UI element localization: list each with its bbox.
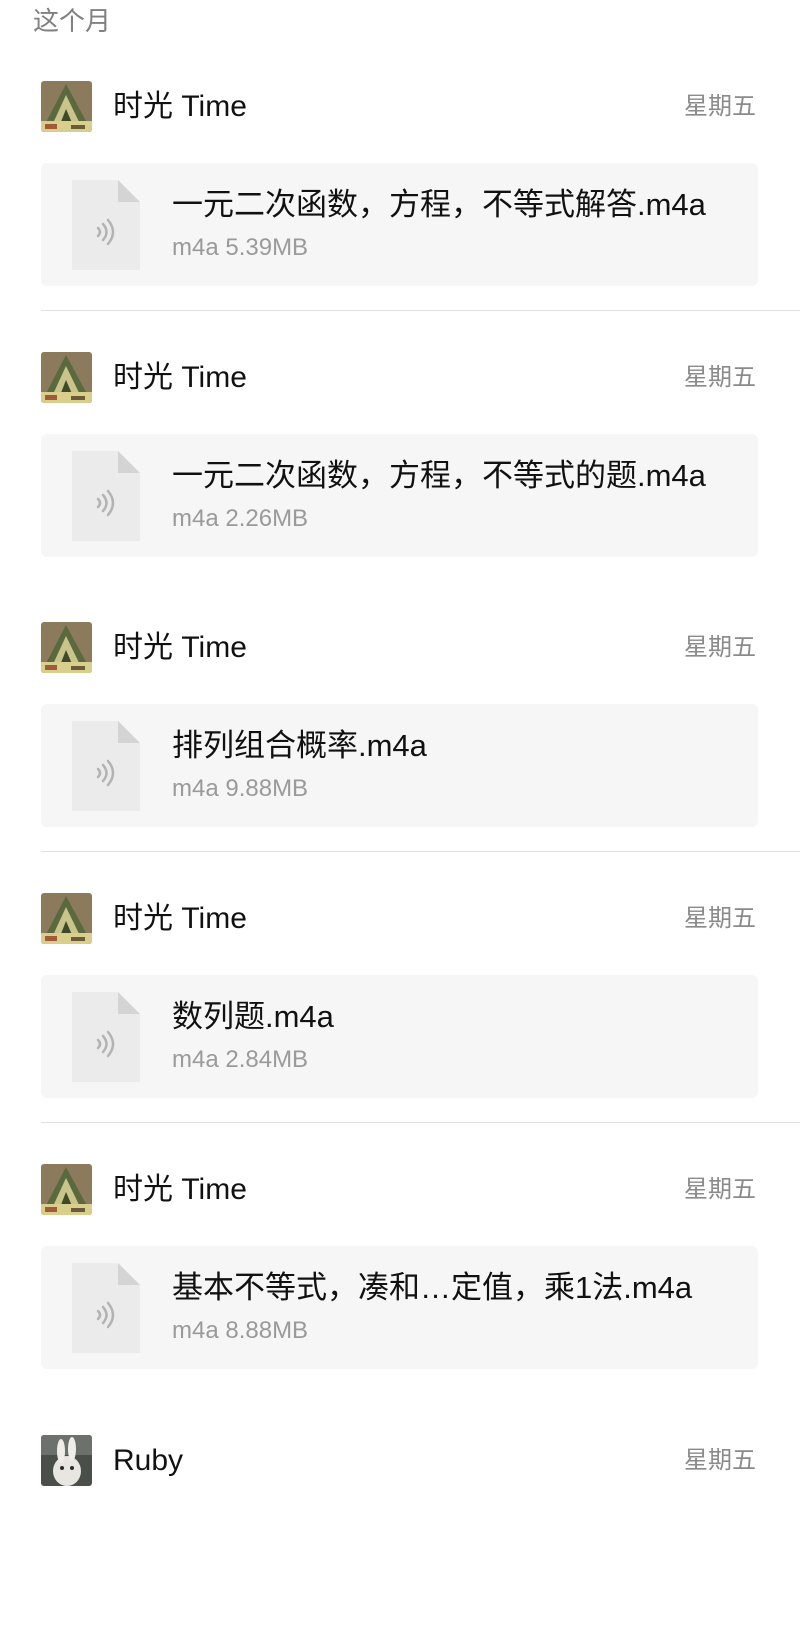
avatar-time-icon[interactable] [41,1164,92,1215]
sender-name: 时光 Time [113,902,247,935]
file-card[interactable]: 数列题.m4a m4a 2.84MB [41,975,758,1098]
sender-name: 时光 Time [113,361,247,394]
avatar-time-icon[interactable] [41,893,92,944]
message-date: 星期五 [684,364,756,391]
file-name: 数列题.m4a [172,999,334,1034]
avatar-time-icon[interactable] [41,622,92,673]
file-card[interactable]: 一元二次函数，方程，不等式解答.m4a m4a 5.39MB [41,163,758,286]
file-message-item[interactable]: 时光 Time 星期五 一元二次函数，方程，不等式解答.m4a m4a 5.39… [0,0,800,311]
file-name: 一元二次函数，方程，不等式解答.m4a [172,187,706,222]
file-meta: m4a 5.39MB [172,234,309,261]
audio-file-icon [72,180,140,270]
avatar-ruby-icon[interactable] [41,1435,92,1486]
file-message-item[interactable]: 时光 Time 星期五 数列题.m4a m4a 2.84MB [0,812,800,1123]
audio-file-icon [72,1263,140,1353]
file-meta: m4a 8.88MB [172,1317,309,1344]
avatar-time-icon[interactable] [41,352,92,403]
sender-name: 时光 Time [113,90,247,123]
file-message-item[interactable]: 时光 Time 星期五 一元二次函数，方程，不等式的题.m4a m4a 2.26… [0,271,800,557]
sender-name: 时光 Time [113,1173,247,1206]
message-date: 星期五 [684,634,756,661]
file-name: 一元二次函数，方程，不等式的题.m4a [172,458,706,493]
message-date: 星期五 [684,905,756,932]
file-card[interactable]: 一元二次函数，方程，不等式的题.m4a m4a 2.26MB [41,434,758,557]
avatar-time-icon[interactable] [41,81,92,132]
sender-name: 时光 Time [113,631,247,664]
file-name: 排列组合概率.m4a [172,728,427,763]
audio-file-icon [72,992,140,1082]
message-date: 星期五 [684,93,756,120]
file-name: 基本不等式，凑和…定值，乘1法.m4a [172,1270,693,1305]
file-meta: m4a 9.88MB [172,775,309,802]
file-card[interactable]: 排列组合概率.m4a m4a 9.88MB [41,704,758,827]
message-date: 星期五 [684,1447,756,1474]
sender-name: Ruby [113,1444,184,1477]
message-date: 星期五 [684,1176,756,1203]
audio-file-icon [72,721,140,811]
file-message-item[interactable]: 时光 Time 星期五 基本不等式，凑和…定值，乘1法.m4a m4a 8.88… [0,1083,800,1369]
file-meta: m4a 2.26MB [172,505,309,532]
file-message-item[interactable]: Ruby 星期五 [0,1354,800,1625]
file-meta: m4a 2.84MB [172,1046,309,1073]
audio-file-icon [72,451,140,541]
file-message-item[interactable]: 时光 Time 星期五 排列组合概率.m4a m4a 9.88MB [0,541,800,852]
file-card[interactable]: 基本不等式，凑和…定值，乘1法.m4a m4a 8.88MB [41,1246,758,1369]
